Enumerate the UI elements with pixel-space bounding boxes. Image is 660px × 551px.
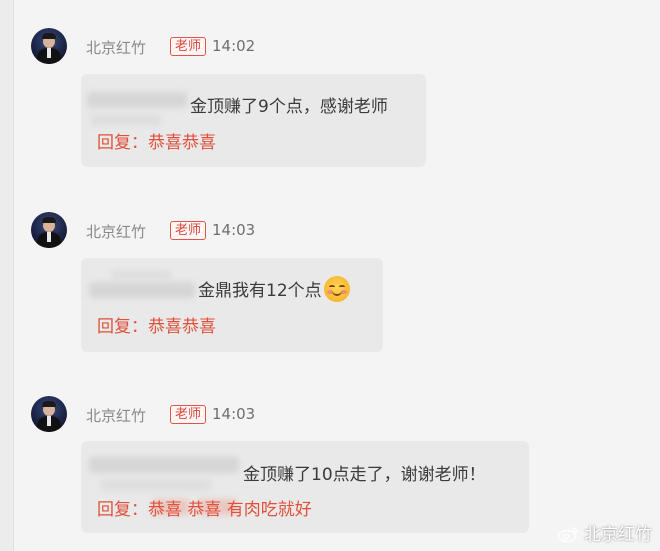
- blurred-username: [91, 114, 161, 126]
- avatar[interactable]: [31, 28, 67, 64]
- author-name[interactable]: 北京红竹: [86, 221, 146, 242]
- message-bubble: [81, 258, 383, 352]
- avatar[interactable]: [31, 212, 67, 248]
- teacher-badge: 老师: [170, 221, 207, 240]
- reply-text: 恭喜 恭喜 有肉吃就好: [148, 500, 312, 520]
- avatar[interactable]: [31, 396, 67, 432]
- blurred-username: [89, 457, 239, 473]
- reply-line: 回复：恭喜恭喜: [97, 312, 216, 337]
- blurred-username: [111, 270, 171, 280]
- smiling-blush-emoji-icon: [323, 276, 350, 302]
- reply-text: 恭喜恭喜: [148, 317, 216, 337]
- message-text-content: 金鼎我有12个点: [198, 281, 322, 301]
- watermark: 北京红竹: [557, 520, 652, 545]
- blurred-username: [87, 92, 187, 108]
- blurred-username: [89, 282, 195, 298]
- message-text: 金鼎我有12个点: [198, 276, 350, 304]
- teacher-badge: 老师: [170, 37, 207, 56]
- message-bubble: [81, 74, 426, 167]
- author-name[interactable]: 北京红竹: [86, 37, 146, 58]
- reply-prefix: 回复：: [97, 317, 148, 337]
- reply-line: 回复：恭喜 恭喜 有肉吃就好: [97, 495, 312, 520]
- timestamp: 14:03: [212, 221, 256, 239]
- timestamp: 14:03: [212, 405, 256, 423]
- watermark-text: 北京红竹: [584, 525, 652, 545]
- author-name[interactable]: 北京红竹: [86, 405, 146, 426]
- message-text: 金顶赚了10点走了，谢谢老师！: [243, 465, 486, 485]
- message-text: 金顶赚了9个点，感谢老师: [190, 97, 388, 117]
- left-divider: [0, 0, 14, 551]
- reply-line: 回复：恭喜恭喜: [97, 128, 216, 153]
- weibo-icon: [557, 526, 580, 543]
- reply-prefix: 回复：: [97, 133, 148, 153]
- reply-prefix: 回复：: [97, 500, 148, 520]
- timestamp: 14:02: [212, 37, 256, 55]
- teacher-badge: 老师: [170, 405, 207, 424]
- reply-text: 恭喜恭喜: [148, 133, 216, 153]
- blurred-username: [101, 479, 211, 491]
